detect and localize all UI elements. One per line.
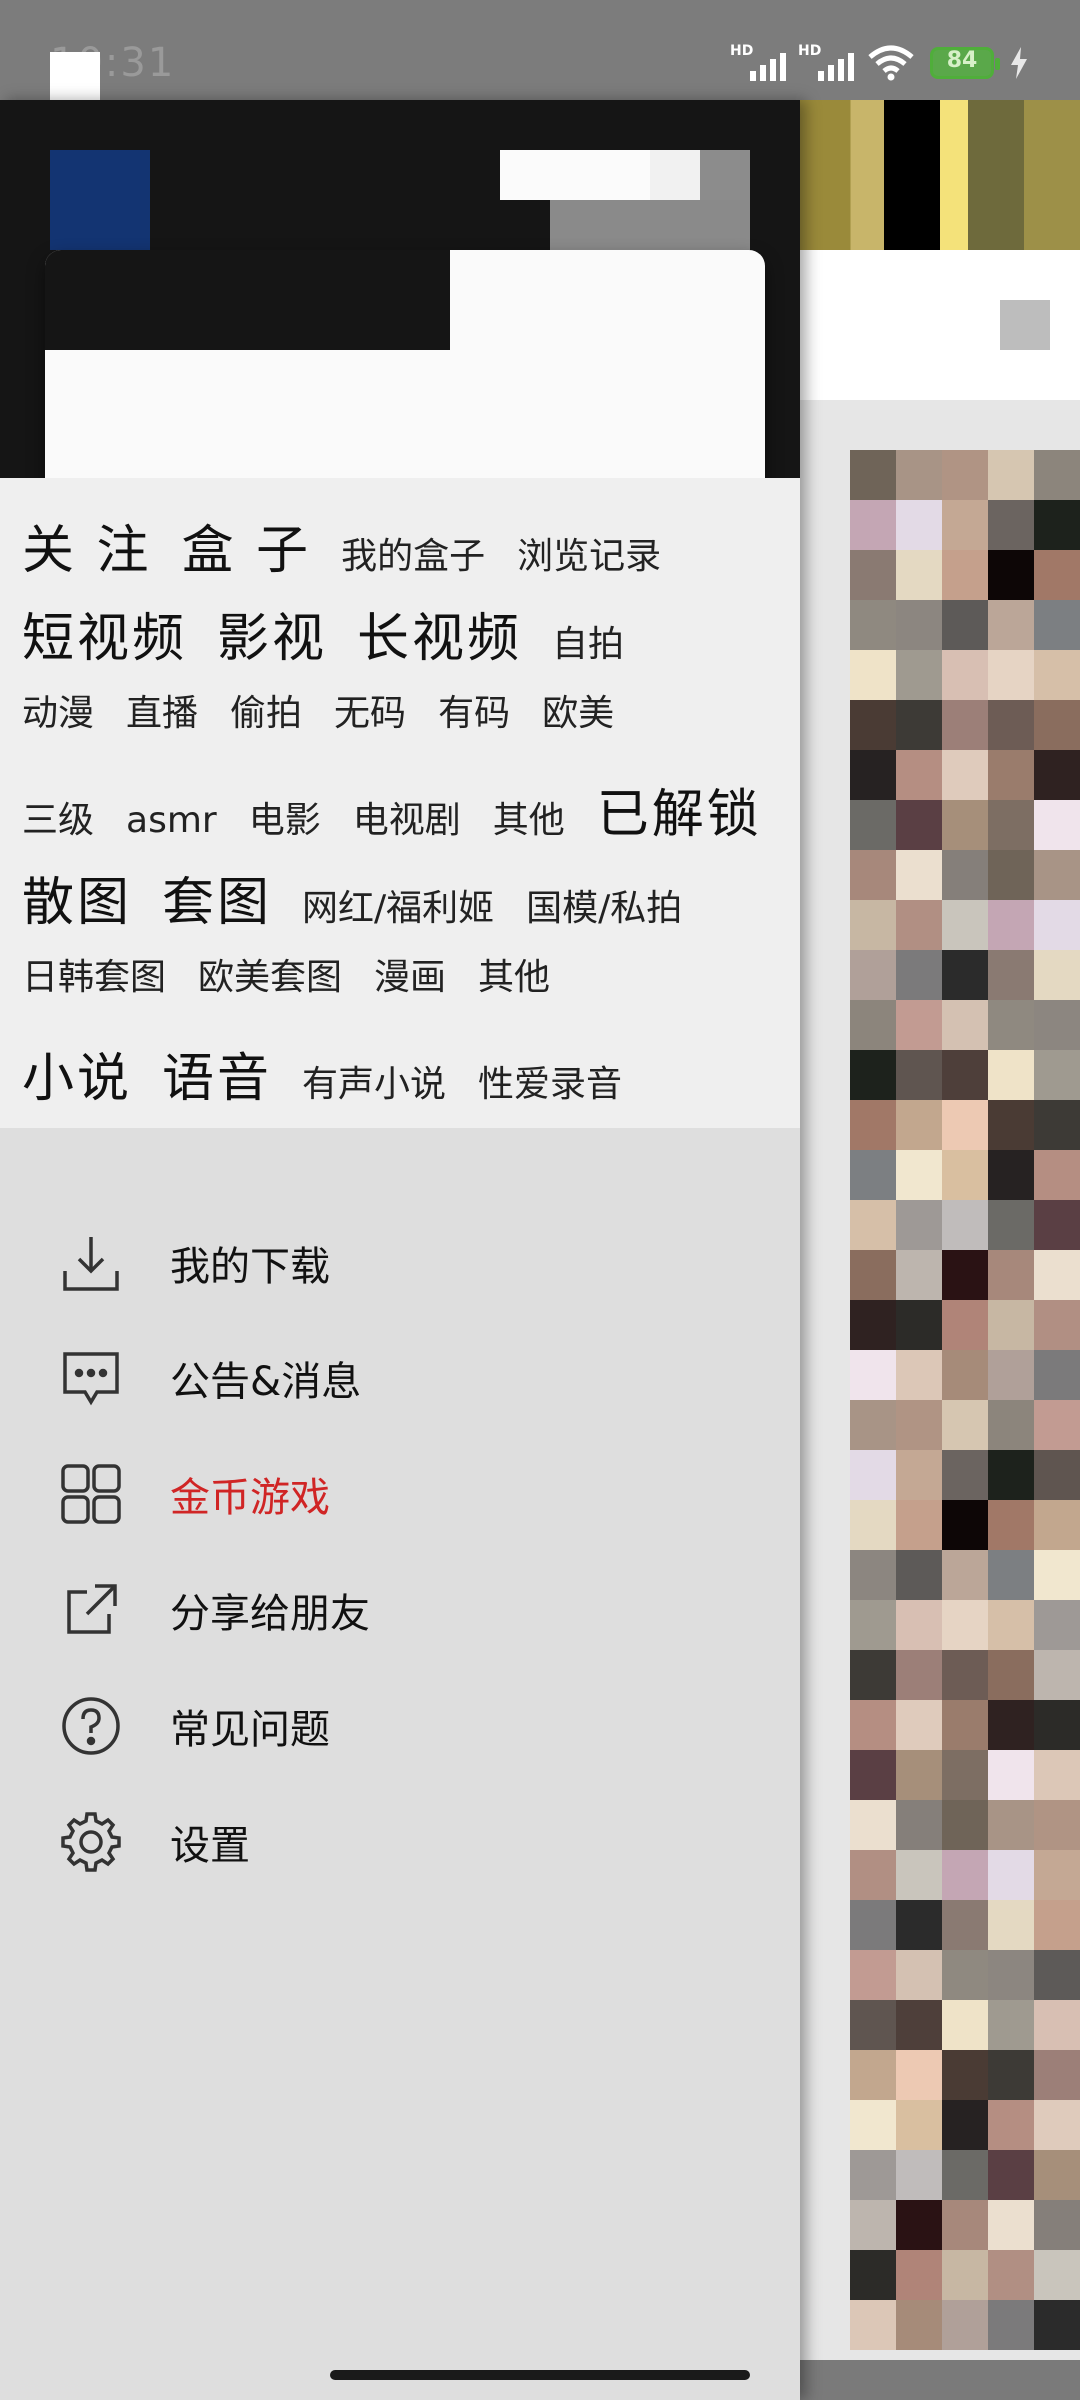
background-content xyxy=(800,100,1080,2360)
menu-item-settings[interactable]: 设置 xyxy=(0,1792,800,1892)
wifi-icon xyxy=(868,45,914,81)
category-panel: 关 注 盒 子 我的盒子 浏览记录 短视频 影视 长视频 自拍 动漫 直播 偷拍… xyxy=(0,478,800,1128)
cat-comics[interactable]: 漫画 xyxy=(374,948,446,1000)
menu-item-faq[interactable]: 常见问题 xyxy=(0,1676,800,1776)
cat-other[interactable]: 其他 xyxy=(493,791,565,843)
charging-icon xyxy=(1011,47,1027,79)
category-row-1: 关 注 盒 子 我的盒子 浏览记录 xyxy=(22,508,693,588)
cat-short-video[interactable]: 短视频 xyxy=(22,596,187,671)
status-icons: HD HD 84 xyxy=(730,38,1030,88)
user-info-redaction xyxy=(550,200,750,250)
status-bar: 10:31 HD HD 84 xyxy=(0,0,1080,100)
cat-single-images[interactable]: 散图 xyxy=(22,860,132,935)
menu-label-settings: 设置 xyxy=(170,1823,250,1869)
signal-icon: HD xyxy=(730,43,786,83)
username-redaction xyxy=(500,150,650,200)
cat-audiobooks[interactable]: 有声小说 xyxy=(302,1055,446,1107)
category-row-2: 短视频 影视 长视频 自拍 xyxy=(22,596,656,676)
menu-label-faq: 常见问题 xyxy=(170,1707,330,1753)
username-redaction-2 xyxy=(650,150,700,200)
cat-long-video[interactable]: 长视频 xyxy=(357,596,522,671)
cat-tv-series[interactable]: 电视剧 xyxy=(353,791,461,843)
home-indicator[interactable] xyxy=(330,2370,750,2380)
cat-western[interactable]: 欧美 xyxy=(542,684,614,736)
battery-level: 84 xyxy=(946,48,978,73)
cat-history[interactable]: 浏览记录 xyxy=(517,527,661,579)
cat-unlocked[interactable]: 已解锁 xyxy=(597,772,762,847)
grid-icon xyxy=(56,1459,126,1529)
side-drawer: 关 注 盒 子 我的盒子 浏览记录 短视频 影视 长视频 自拍 动漫 直播 偷拍… xyxy=(0,100,800,2400)
cat-my-box[interactable]: 我的盒子 xyxy=(341,527,485,579)
menu-label-downloads: 我的下载 xyxy=(170,1244,330,1290)
cat-censored[interactable]: 有码 xyxy=(438,684,510,736)
background-banner xyxy=(800,100,1080,250)
cat-follow[interactable]: 关 注 xyxy=(22,508,152,583)
cat-audio-recordings[interactable]: 性爱录音 xyxy=(478,1055,622,1107)
cat-anime[interactable]: 动漫 xyxy=(22,684,94,736)
pixelated-image xyxy=(850,450,1080,2350)
cat-private-shoot[interactable]: 国模/私拍 xyxy=(526,879,682,931)
menu-label-coin-games: 金币游戏 xyxy=(170,1475,330,1521)
category-row-7: 小说 语音 有声小说 性爱录音 xyxy=(22,1036,654,1116)
cat-adult[interactable]: 三级 xyxy=(22,791,94,843)
download-icon xyxy=(56,1228,126,1298)
category-row-3: 动漫 直播 偷拍 无码 有码 欧美 xyxy=(22,684,646,764)
avatar[interactable] xyxy=(50,150,150,250)
cat-film[interactable]: 影视 xyxy=(217,596,327,671)
cat-candid[interactable]: 偷拍 xyxy=(230,684,302,736)
cat-live[interactable]: 直播 xyxy=(126,684,198,736)
category-row-5: 散图 套图 网红/福利姬 国模/私拍 xyxy=(22,860,714,940)
cat-selfie[interactable]: 自拍 xyxy=(552,615,624,667)
cat-influencer[interactable]: 网红/福利姬 xyxy=(302,879,494,931)
card-mask xyxy=(45,250,450,350)
cat-movie[interactable]: 电影 xyxy=(249,791,321,843)
menu-item-downloads[interactable]: 我的下载 xyxy=(0,1213,800,1313)
background-thumb xyxy=(1000,300,1050,350)
menu-item-share[interactable]: 分享给朋友 xyxy=(0,1560,800,1660)
cat-audio[interactable]: 语音 xyxy=(162,1036,272,1111)
profile-header xyxy=(0,100,800,550)
help-icon xyxy=(56,1691,126,1761)
message-icon xyxy=(56,1343,126,1413)
cat-asmr[interactable]: asmr xyxy=(126,800,217,841)
battery-icon: 84 xyxy=(930,47,1000,79)
gear-icon xyxy=(56,1807,126,1877)
status-time-redaction xyxy=(50,52,100,100)
menu-label-share: 分享给朋友 xyxy=(170,1591,370,1637)
cat-uncensored[interactable]: 无码 xyxy=(334,684,406,736)
menu-item-notices[interactable]: 公告&消息 xyxy=(0,1328,800,1428)
category-row-6: 日韩套图 欧美套图 漫画 其他 xyxy=(22,948,582,1028)
signal-icon-2: HD xyxy=(798,43,854,83)
category-row-4: 三级 asmr 电影 电视剧 其他 已解锁 xyxy=(22,772,792,852)
share-icon xyxy=(56,1575,126,1645)
cat-other-2[interactable]: 其他 xyxy=(478,948,550,1000)
cat-novels[interactable]: 小说 xyxy=(22,1036,132,1111)
cat-image-sets[interactable]: 套图 xyxy=(162,860,272,935)
menu-item-coin-games[interactable]: 金币游戏 xyxy=(0,1444,800,1544)
cat-western-sets[interactable]: 欧美套图 xyxy=(198,948,342,1000)
menu-label-notices: 公告&消息 xyxy=(170,1359,362,1405)
username-redaction-3 xyxy=(700,150,750,200)
cat-jk-sets[interactable]: 日韩套图 xyxy=(22,948,166,1000)
cat-box[interactable]: 盒 子 xyxy=(182,508,312,583)
